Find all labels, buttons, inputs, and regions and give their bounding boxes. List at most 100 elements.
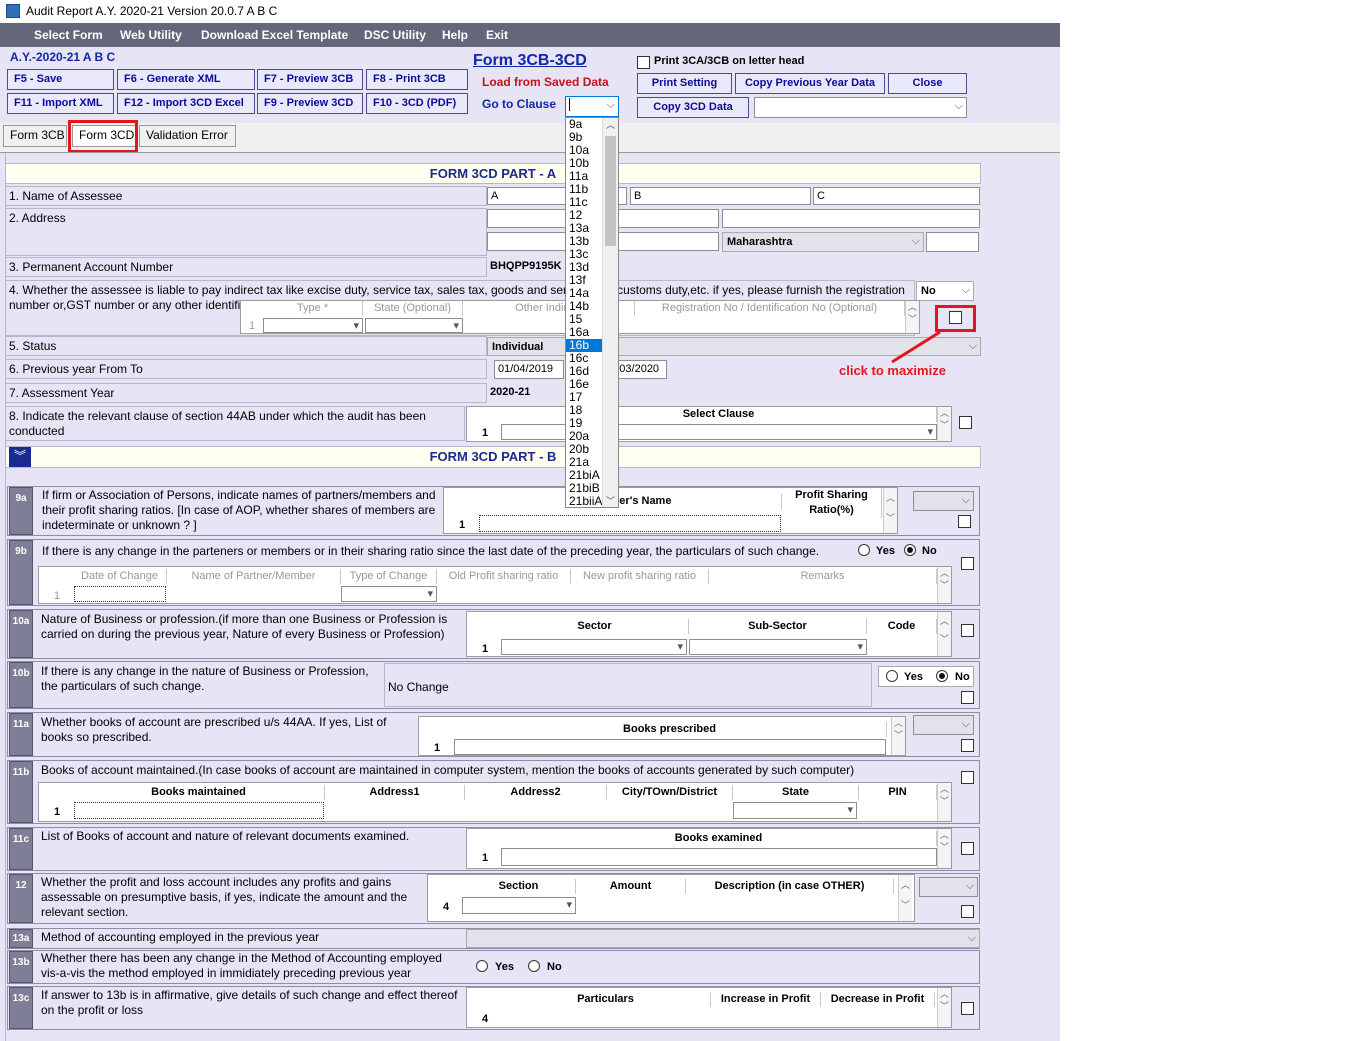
copy-3cd-button[interactable]: Copy 3CD Data [637,97,749,118]
badge-11c: 11c [9,828,33,870]
preview-3cb-button[interactable]: F7 - Preview 3CB [257,69,363,90]
q11c-scrollbar[interactable]: ︿ ﹀ [937,829,951,868]
q11b-state-select[interactable]: ▾ [733,802,857,819]
preview-3cd-button[interactable]: F9 - Preview 3CD [257,93,363,114]
q12-checkbox[interactable] [961,905,974,918]
load-saved-link[interactable]: Load from Saved Data [482,75,609,89]
q13b-yes-radio[interactable] [476,960,488,972]
q9a-col-member: Member's Name [478,494,782,509]
q9a-select[interactable]: ⌵ [913,491,974,511]
pincode-field[interactable] [926,232,979,252]
q13c-scrollbar[interactable]: ︿ ﹀ [937,988,951,1027]
maximize-checkbox[interactable] [949,311,962,324]
menu-dsc-utility[interactable]: DSC Utility [364,28,426,42]
q9a-checkbox[interactable] [958,515,971,528]
q11b-checkbox[interactable] [961,771,974,784]
clause-dropdown-list[interactable]: 9a 9b 10a 10b 11a 11b 11c 12 13a 13b 13c 13d 13f 14a 1… [565,117,619,508]
q10b-no-radio[interactable] [936,670,948,682]
q13c-checkbox[interactable] [961,1002,974,1015]
q9b-date-input[interactable] [74,586,166,602]
q12-select[interactable]: ⌵ [919,877,978,897]
clause-option[interactable]: 21biiA [566,495,602,508]
menu-bar: Select Form Web Utility Download Excel T… [0,23,1060,47]
clause-dropdown-scrollbar[interactable]: ︿ ﹀ [602,118,618,507]
tab-validation-error[interactable]: Validation Error [139,125,236,147]
tab-form-3cb[interactable]: Form 3CB [3,125,67,147]
close-button[interactable]: Close [888,73,967,94]
q12-scrollbar[interactable]: ︿ ﹀ [898,875,912,921]
pan-field[interactable]: BHQPP9195K [487,258,577,276]
q8-scrollbar[interactable]: ︿ ﹀ [937,407,951,441]
q10a-sector-select[interactable]: ▾ [501,639,687,655]
q12-section-select[interactable]: ▾ [462,897,576,914]
q11a-select[interactable]: ⌵ [913,715,974,735]
q11b-books-input[interactable] [74,802,324,819]
collapse-icon[interactable]: ︾ [9,447,31,467]
q4-type-select[interactable]: ▾ [263,318,363,333]
scroll-thumb[interactable] [605,136,616,246]
print-3cb-button[interactable]: F8 - Print 3CB [366,69,468,90]
q12-grid: Section Amount Description (in case OTHE… [427,874,915,922]
name-last-field[interactable]: C [813,187,980,205]
q9b-checkbox[interactable] [961,557,974,570]
letterhead-checkbox[interactable] [637,56,650,69]
q9b-col-new: New profit sharing ratio [571,569,709,584]
q13c-col-increase: Increase in Profit [711,992,821,1007]
q11c-checkbox[interactable] [961,842,974,855]
q9b-yes-label: Yes [876,545,895,557]
q9a-member-input[interactable] [479,515,781,532]
address-line2[interactable] [722,209,980,228]
q10a-scrollbar[interactable]: ︿ ﹀ [937,612,951,656]
from-date-field[interactable]: 01/04/2019 [494,360,564,379]
q4-col-type: Type * [263,301,363,316]
menu-select-form[interactable]: Select Form [34,28,103,42]
q11c-grid: Books examined 1 ︿ ﹀ [466,828,952,869]
q12-col-description: Description (in case OTHER) [686,879,894,894]
chevron-down-icon: ⌵ [968,340,977,352]
menu-web-utility[interactable]: Web Utility [120,28,182,42]
print-setting-button[interactable]: Print Setting [637,73,732,94]
import-xml-button[interactable]: F11 - Import XML [7,93,114,114]
q13a-select[interactable]: ⌵ [466,929,980,948]
name-middle-field[interactable]: B [630,187,811,205]
q11a-grid: Books prescribed 1 ︿ ﹀ [418,716,906,756]
q11a-scrollbar[interactable]: ︿ ﹀ [891,717,905,755]
generate-xml-button[interactable]: F6 - Generate XML [117,69,255,90]
q4-state-select[interactable]: ▾ [365,318,463,333]
copy-3cd-select[interactable]: ⌵ [754,97,967,118]
q13b-no-radio[interactable] [528,960,540,972]
q11b-scrollbar[interactable]: ︿ ﹀ [937,783,951,821]
q11a-books-input[interactable] [454,739,886,755]
menu-help[interactable]: Help [442,28,468,42]
chevron-down-icon: ⌵ [965,880,974,892]
save-button[interactable]: F5 - Save [7,69,114,90]
pdf-3cd-button[interactable]: F10 - 3CD (PDF) [366,93,468,114]
form-title[interactable]: Form 3CB-3CD [473,52,587,70]
q11a-checkbox[interactable] [961,739,974,752]
menu-download-excel[interactable]: Download Excel Template [201,28,348,42]
q9b-scrollbar[interactable]: ︿ ﹀ [937,567,951,603]
q10a-checkbox[interactable] [961,624,974,637]
q11c-books-input[interactable] [501,848,937,866]
q9b-type-select[interactable]: ▾ [341,586,437,602]
q9b-no-radio[interactable] [904,544,916,556]
q10b-value[interactable]: No Change [384,663,872,707]
q10a-subsector-select[interactable]: ▾ [689,639,867,655]
import-3cd-excel-button[interactable]: F12 - Import 3CD Excel [117,93,255,114]
menu-exit[interactable]: Exit [486,28,508,42]
q10b-yes-radio[interactable] [886,670,898,682]
state-select[interactable]: Maharashtra ⌵ [722,232,924,252]
scroll-up-icon[interactable]: ︿ [603,118,618,131]
scroll-down-icon[interactable]: ﹀ [603,494,618,507]
q9b-yes-radio[interactable] [858,544,870,556]
q4-select[interactable]: No ⌵ [916,281,974,301]
copy-previous-year-button[interactable]: Copy Previous Year Data [735,73,885,94]
q11b-grid: Books maintained Address1 Address2 City/… [38,782,952,822]
q10a-row-num: 1 [481,643,489,655]
q8-checkbox[interactable] [959,416,972,429]
q10b-checkbox[interactable] [961,691,974,704]
q9a-scrollbar[interactable]: ︿ ﹀ [883,488,897,533]
q9b-label: If there is any change in the parteners … [42,544,820,558]
goto-clause-select[interactable]: ⌵ [565,96,619,117]
q13c-col-decrease: Decrease in Profit [821,992,935,1007]
